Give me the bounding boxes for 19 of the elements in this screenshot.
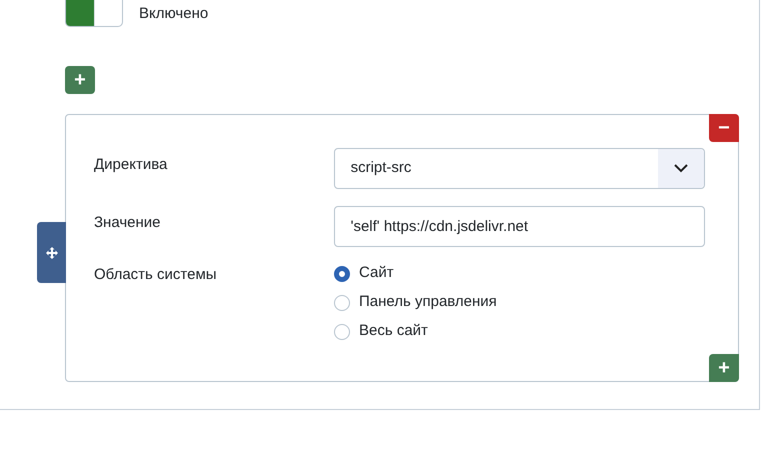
field-label: Значение: [94, 213, 162, 233]
toggle-switch[interactable]: [65, 0, 123, 27]
caret-icon: [674, 164, 688, 173]
remove-button[interactable]: −: [709, 114, 739, 142]
toggle-label: Включено: [139, 4, 208, 24]
radio-button[interactable]: [334, 324, 350, 340]
radio-label[interactable]: Сайт: [359, 262, 394, 285]
radio-label[interactable]: Панель управления: [359, 291, 497, 314]
radio-label[interactable]: Весь сайт: [359, 320, 428, 343]
text-field[interactable]: 'self' https://cdn.jsdelivr.net: [334, 206, 705, 247]
add-button[interactable]: +: [65, 66, 95, 94]
radio-button[interactable]: [334, 266, 350, 282]
drag-handle[interactable]: [37, 222, 66, 283]
radio-button[interactable]: [334, 294, 350, 310]
add-button[interactable]: +: [709, 354, 739, 382]
move-icon: [46, 246, 58, 258]
field-label: Область системы: [94, 265, 218, 285]
select-field[interactable]: script-src: [334, 148, 705, 189]
field-label: Директива: [94, 155, 168, 175]
